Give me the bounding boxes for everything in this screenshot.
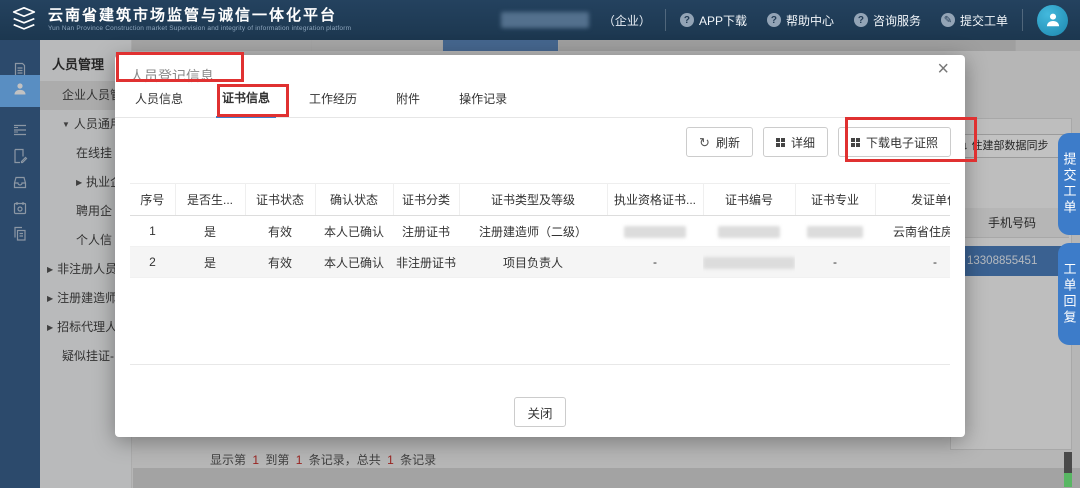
table-row[interactable]: 1是有效本人已确认注册证书注册建造师（二级） 云南省住房和城 (130, 216, 950, 247)
column-header-是否生...[interactable]: 是否生... (175, 184, 245, 216)
column-header-发证单位[interactable]: 发证单位 (875, 184, 950, 216)
grid-icon (776, 138, 785, 147)
header-nav-APP下载[interactable]: ? APP下载 (680, 12, 747, 29)
question-circle-icon: ? (767, 13, 781, 27)
refresh-button[interactable]: ↻ 刷新 (686, 127, 753, 157)
table-cell: 本人已确认 (315, 247, 393, 278)
tab-操作记录[interactable]: 操作记录 (453, 90, 513, 117)
question-circle-icon: ? (680, 13, 694, 27)
platform-logo-icon (9, 5, 39, 35)
user-avatar[interactable] (1037, 5, 1068, 36)
table-cell: 是 (175, 216, 245, 247)
table-row[interactable]: 2是有效本人已确认非注册证书项目负责人--- (130, 247, 950, 278)
submit-workorder-vertical-tab[interactable]: 提交工单 (1058, 133, 1080, 235)
certificate-table: 序号是否生...证书状态确认状态证书分类证书类型及等级执业资格证书...证书编号… (130, 183, 950, 278)
table-cell: 注册建造师（二级） (459, 216, 607, 247)
user-type-label: （企业） (603, 12, 651, 29)
column-header-执业资格证书...[interactable]: 执业资格证书... (607, 184, 703, 216)
redacted-cell-value (624, 226, 686, 238)
modal-toolbar: ↻ 刷新 详细 下载电子证照 (686, 127, 951, 157)
header-divider (1022, 9, 1023, 31)
scrollbar-thumb[interactable] (1064, 452, 1072, 487)
refresh-icon: ↻ (699, 136, 710, 149)
header-nav-提交工单[interactable]: ✎ 提交工单 (941, 12, 1008, 29)
table-cell: - (795, 247, 875, 278)
column-header-证书状态[interactable]: 证书状态 (245, 184, 315, 216)
workorder-reply-vertical-tab[interactable]: 工单回复 (1058, 243, 1080, 345)
detail-button[interactable]: 详细 (763, 127, 828, 157)
avatar-person-icon (1044, 11, 1062, 29)
close-button[interactable]: 关闭 (514, 397, 566, 427)
redacted-cell-value (807, 226, 863, 238)
platform-subtitle: Yun Nan Province Construction market Sup… (48, 25, 351, 32)
header-divider (665, 9, 666, 31)
table-cell: 2 (130, 247, 175, 278)
redacted-username (501, 12, 589, 28)
table-cell: - (607, 247, 703, 278)
app-header: 云南省建筑市场监管与诚信一体化平台 Yun Nan Province Const… (0, 0, 1080, 40)
download-ecert-button[interactable]: 下载电子证照 (838, 127, 951, 157)
tab-工作经历[interactable]: 工作经历 (303, 90, 363, 117)
tab-附件[interactable]: 附件 (390, 90, 426, 117)
header-nav-label: APP下载 (699, 12, 747, 29)
close-icon[interactable]: × (937, 59, 949, 79)
redacted-cell-value (718, 226, 780, 238)
column-header-证书类型及等级[interactable]: 证书类型及等级 (459, 184, 607, 216)
table-cell: 有效 (245, 216, 315, 247)
modal-title: 人员登记信息 (130, 66, 214, 86)
toolbar-button-label: 刷新 (716, 134, 740, 151)
table-cell: 是 (175, 247, 245, 278)
header-nav-label: 咨询服务 (873, 12, 921, 29)
redacted-cell-value (703, 257, 795, 269)
column-header-序号[interactable]: 序号 (130, 184, 175, 216)
table-cell: 非注册证书 (393, 247, 459, 278)
column-header-证书编号[interactable]: 证书编号 (703, 184, 795, 216)
table-cell (703, 247, 795, 278)
scrollbar-indicator (1064, 473, 1072, 487)
table-cell (795, 216, 875, 247)
pencil-circle-icon: ✎ (941, 13, 955, 27)
header-nav: ? APP下载? 帮助中心? 咨询服务 ✎ 提交工单 (680, 12, 1008, 29)
table-cell: - (875, 247, 950, 278)
modal-tab-bar: 人员信息证书信息工作经历附件操作记录 (115, 87, 965, 118)
personnel-registration-modal: 人员登记信息 × 人员信息证书信息工作经历附件操作记录 ↻刷新详细下载电子证照 … (115, 55, 965, 437)
header-nav-label: 提交工单 (960, 12, 1008, 29)
platform-title: 云南省建筑市场监管与诚信一体化平台 (48, 8, 351, 25)
column-header-证书分类[interactable]: 证书分类 (393, 184, 459, 216)
table-cell: 有效 (245, 247, 315, 278)
table-cell: 云南省住房和城 (875, 216, 950, 247)
table-cell (607, 216, 703, 247)
grid-icon (851, 138, 860, 147)
toolbar-button-label: 详细 (791, 134, 815, 151)
certificate-table-wrap: 序号是否生...证书状态确认状态证书分类证书类型及等级执业资格证书...证书编号… (130, 183, 950, 365)
table-cell: 注册证书 (393, 216, 459, 247)
question-circle-icon: ? (854, 13, 868, 27)
header-nav-label: 帮助中心 (786, 12, 834, 29)
table-cell: 本人已确认 (315, 216, 393, 247)
toolbar-button-label: 下载电子证照 (866, 134, 938, 151)
column-header-确认状态[interactable]: 确认状态 (315, 184, 393, 216)
tab-证书信息[interactable]: 证书信息 (216, 89, 276, 118)
table-cell (703, 216, 795, 247)
table-cell: 项目负责人 (459, 247, 607, 278)
table-cell: 1 (130, 216, 175, 247)
header-nav-帮助中心[interactable]: ? 帮助中心 (767, 12, 834, 29)
column-header-证书专业[interactable]: 证书专业 (795, 184, 875, 216)
tab-人员信息[interactable]: 人员信息 (129, 90, 189, 117)
header-nav-咨询服务[interactable]: ? 咨询服务 (854, 12, 921, 29)
